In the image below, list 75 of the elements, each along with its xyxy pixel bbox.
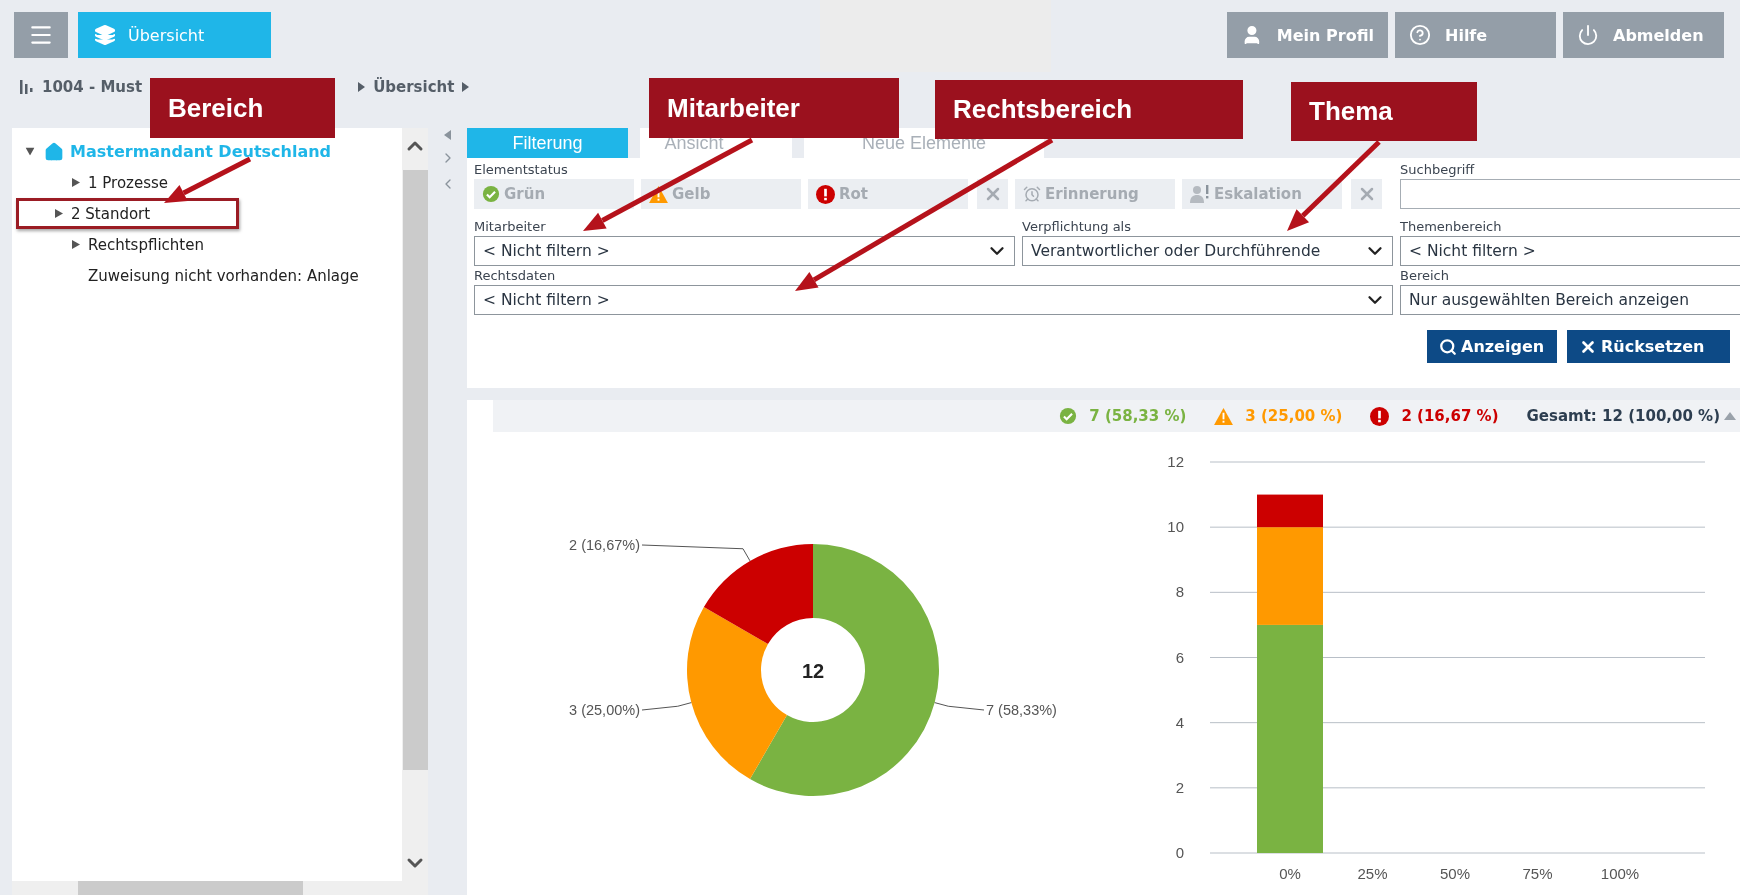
tree-item[interactable]: Rechtspflichten bbox=[88, 235, 204, 254]
person-exclamation-icon bbox=[1190, 185, 1210, 203]
axis-tick-label: 50% bbox=[1440, 865, 1470, 882]
field-label: Elementstatus bbox=[474, 162, 569, 179]
warning-icon bbox=[1214, 407, 1234, 425]
field-label: Suchbegriff bbox=[1400, 162, 1476, 179]
action-button[interactable]: Anzeigen bbox=[1427, 330, 1557, 363]
callout-tooltip: Thema bbox=[1291, 82, 1477, 141]
slice-label: 7 (58,33%) bbox=[986, 702, 1057, 718]
axis-tick-label: 0% bbox=[1279, 865, 1301, 882]
field-label: Themenbereich bbox=[1400, 219, 1503, 236]
callout-tooltip: Mitarbeiter bbox=[649, 78, 899, 138]
home-icon bbox=[44, 141, 64, 162]
axis-tick-label: 10 bbox=[1167, 518, 1184, 536]
summary-count: Gesamt: 12 (100,00 %) bbox=[1526, 407, 1720, 425]
axis-tick-label: 8 bbox=[1175, 583, 1184, 601]
action-button[interactable]: Rücksetzen bbox=[1567, 330, 1730, 363]
caret-left-icon[interactable] bbox=[444, 130, 451, 140]
field-label: Bereich bbox=[1400, 268, 1450, 285]
tree-item[interactable]: Zuweisung nicht vorhanden: Anlage bbox=[88, 266, 359, 285]
summary-count: 2 (16,67 %) bbox=[1401, 407, 1499, 425]
caret-right-icon bbox=[358, 82, 366, 92]
exclamation-circle-icon bbox=[816, 184, 835, 204]
axis-tick-label: 25% bbox=[1357, 865, 1388, 882]
summary-count: 7 (58,33 %) bbox=[1089, 407, 1187, 425]
tree-item[interactable]: 1 Prozesse bbox=[88, 173, 169, 192]
leader-line bbox=[641, 702, 692, 711]
caret-up-icon[interactable] bbox=[1724, 412, 1736, 420]
exclamation-circle-icon bbox=[1370, 406, 1390, 426]
field-label: Rechtsdaten bbox=[474, 268, 557, 285]
axis-tick-label: 100% bbox=[1600, 865, 1640, 882]
scroll-thumb[interactable] bbox=[78, 881, 303, 895]
axis-tick-label: 75% bbox=[1522, 865, 1553, 882]
scroll-thumb[interactable] bbox=[402, 170, 428, 770]
scrollbar[interactable] bbox=[402, 128, 428, 881]
search-field[interactable] bbox=[1400, 179, 1740, 209]
summary-count: 3 (25,00 %) bbox=[1245, 407, 1343, 425]
search-icon bbox=[1439, 337, 1457, 356]
axis-tick-label: 4 bbox=[1175, 713, 1184, 731]
help-icon bbox=[1409, 24, 1431, 46]
donut-total: 12 bbox=[801, 660, 825, 682]
axis-tick-label: 6 bbox=[1175, 648, 1184, 666]
axis-tick-label: 0 bbox=[1175, 844, 1184, 861]
caret-right-icon bbox=[462, 82, 470, 92]
tree-item[interactable]: 2 Standort bbox=[71, 204, 151, 223]
field-label: Mitarbeiter bbox=[474, 219, 547, 236]
bars-icon bbox=[20, 80, 34, 94]
caret-icon[interactable] bbox=[72, 240, 80, 249]
callout-tooltip: Bereich bbox=[150, 78, 335, 138]
leader-line bbox=[934, 702, 985, 711]
caret-icon[interactable] bbox=[25, 147, 35, 156]
field-label: Verpflichtung als bbox=[1022, 219, 1132, 236]
check-circle-icon bbox=[482, 185, 500, 203]
caret-icon[interactable] bbox=[72, 178, 80, 187]
slice-label: 2 (16,67%) bbox=[569, 537, 640, 553]
check-circle-icon bbox=[1059, 407, 1078, 425]
axis-tick-label: 12 bbox=[1167, 453, 1184, 470]
dropdown[interactable]: Verantwortlicher oder Durchführende bbox=[1022, 236, 1393, 266]
layers-icon bbox=[94, 24, 116, 46]
dropdown[interactable]: < Nicht filtern > bbox=[474, 236, 1015, 266]
warning-icon bbox=[649, 185, 668, 203]
callout-tooltip: Rechtsbereich bbox=[935, 80, 1243, 139]
dropdown[interactable]: < Nicht filtern > bbox=[1400, 236, 1740, 266]
breadcrumb-link[interactable]: Übersicht bbox=[373, 78, 455, 96]
menu-button[interactable] bbox=[14, 12, 68, 58]
caret-icon[interactable] bbox=[55, 209, 63, 218]
breadcrumb-link[interactable]: 1004 - Must bbox=[42, 78, 143, 96]
dropdown[interactable]: Nur ausgewählten Bereich anzeigen bbox=[1400, 285, 1740, 315]
horizontal-scrollbar[interactable] bbox=[12, 881, 428, 895]
slice-label: 3 (25,00%) bbox=[569, 702, 640, 718]
alarm-clock-icon bbox=[1023, 185, 1041, 203]
dropdown[interactable]: < Nicht filtern > bbox=[474, 285, 1393, 315]
power-icon bbox=[1577, 24, 1599, 46]
axis-tick-label: 2 bbox=[1175, 778, 1184, 796]
clear-button[interactable] bbox=[977, 179, 1008, 209]
